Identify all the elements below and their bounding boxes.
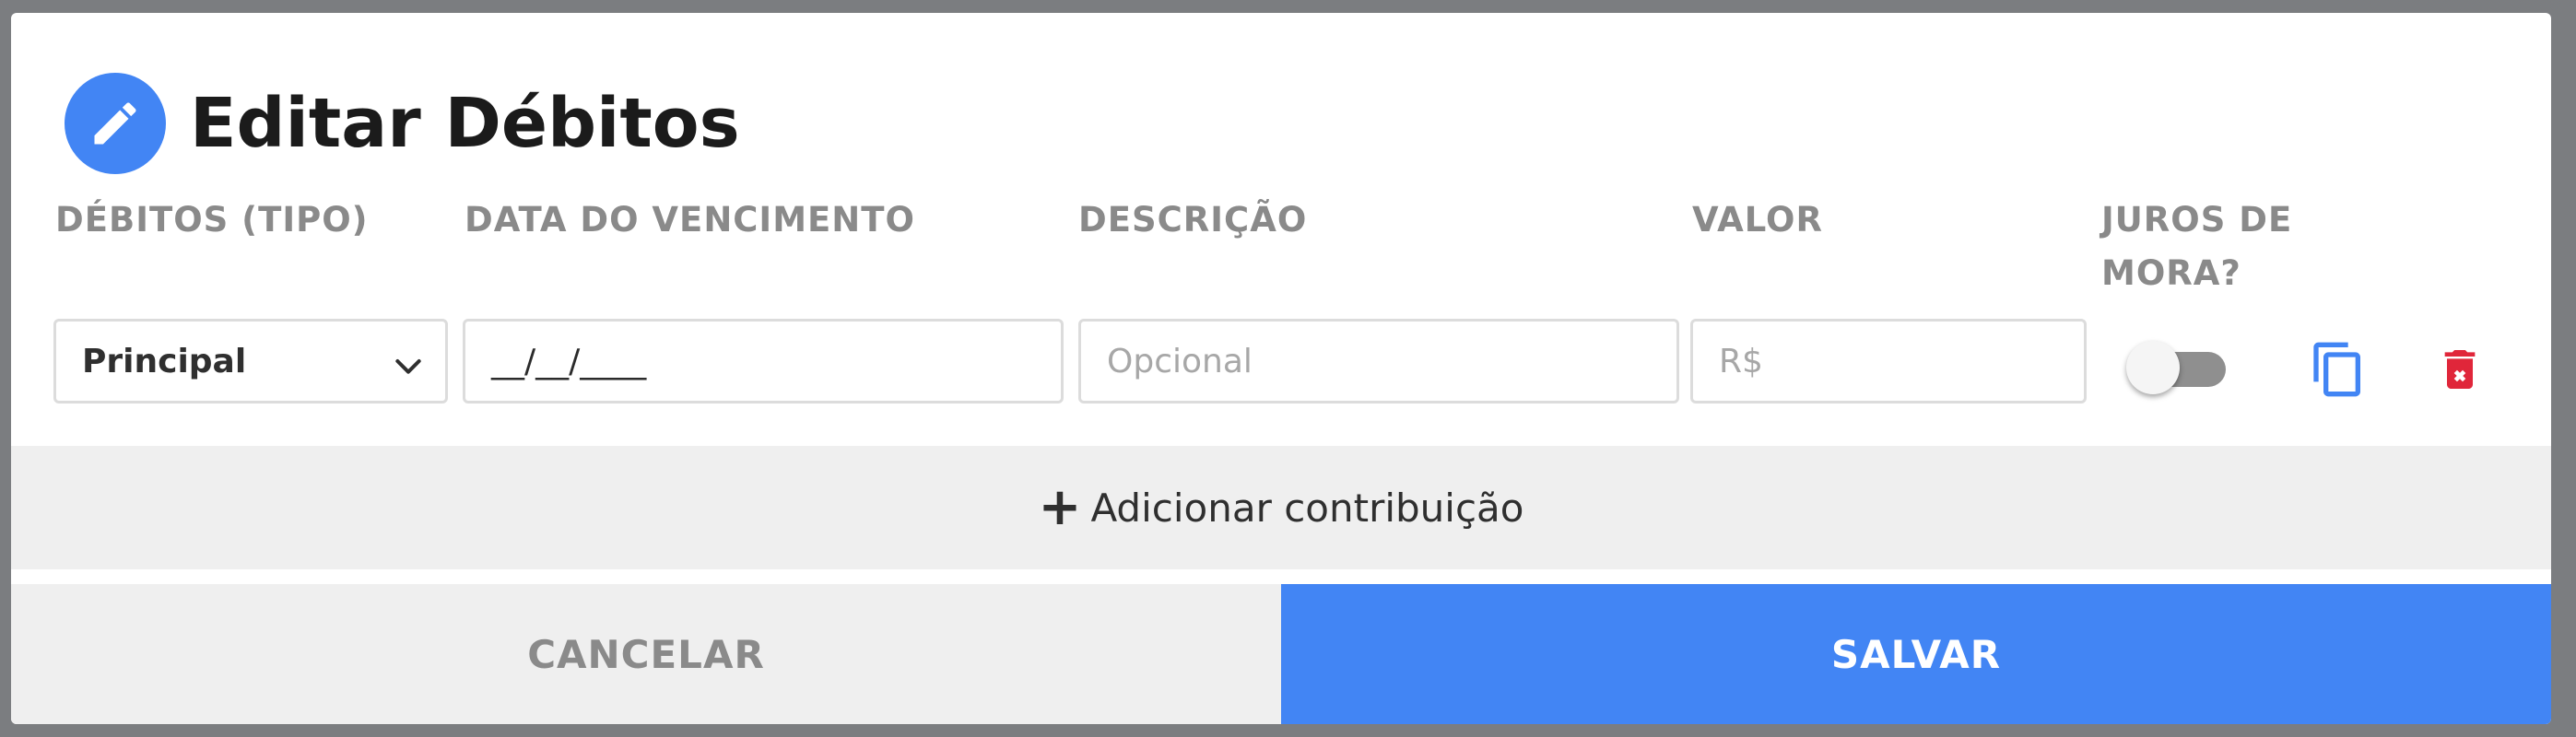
toggle-knob [2126, 341, 2180, 394]
amount-input[interactable]: R$ [1690, 319, 2087, 404]
copy-icon [2313, 342, 2360, 397]
column-header-valor: VALOR [1692, 200, 1823, 240]
debt-type-select[interactable]: Principal [53, 319, 448, 404]
column-header-vencimento: DATA DO VENCIMENTO [465, 200, 915, 240]
add-contribution-button[interactable]: + Adicionar contribuição [11, 446, 2551, 569]
description-placeholder: Opcional [1107, 342, 1253, 380]
chevron-down-icon [395, 359, 421, 374]
column-header-juros-line2: MORA? [2101, 253, 2241, 293]
delete-row-button[interactable] [2428, 337, 2492, 402]
save-button[interactable]: SALVAR [1281, 584, 2551, 724]
dialog-header: Editar Débitos [65, 70, 740, 177]
column-header-juros: JUROS DE MORA? [2101, 193, 2292, 300]
add-contribution-label: Adicionar contribuição [1090, 485, 1524, 531]
column-header-juros-line1: JUROS DE [2101, 200, 2293, 240]
due-date-value: __/__/____ [491, 342, 647, 380]
debt-type-value: Principal [82, 342, 247, 380]
page-title: Editar Débitos [190, 84, 740, 163]
duplicate-row-button[interactable] [2306, 337, 2370, 402]
plus-icon: + [1038, 477, 1082, 537]
dialog-footer: CANCELAR SALVAR [11, 584, 2551, 724]
column-header-tipo: DÉBITOS (TIPO) [55, 200, 369, 240]
cancel-button[interactable]: CANCELAR [11, 584, 1281, 724]
edit-debts-dialog: Editar Débitos DÉBITOS (TIPO) DATA DO VE… [11, 13, 2551, 724]
pencil-icon [65, 73, 166, 174]
trash-icon [2444, 350, 2476, 389]
column-header-descricao: DESCRIÇÃO [1078, 200, 1308, 240]
late-interest-toggle[interactable] [2126, 341, 2228, 394]
amount-placeholder: R$ [1719, 342, 1763, 380]
due-date-input[interactable]: __/__/____ [463, 319, 1064, 404]
description-input[interactable]: Opcional [1078, 319, 1679, 404]
